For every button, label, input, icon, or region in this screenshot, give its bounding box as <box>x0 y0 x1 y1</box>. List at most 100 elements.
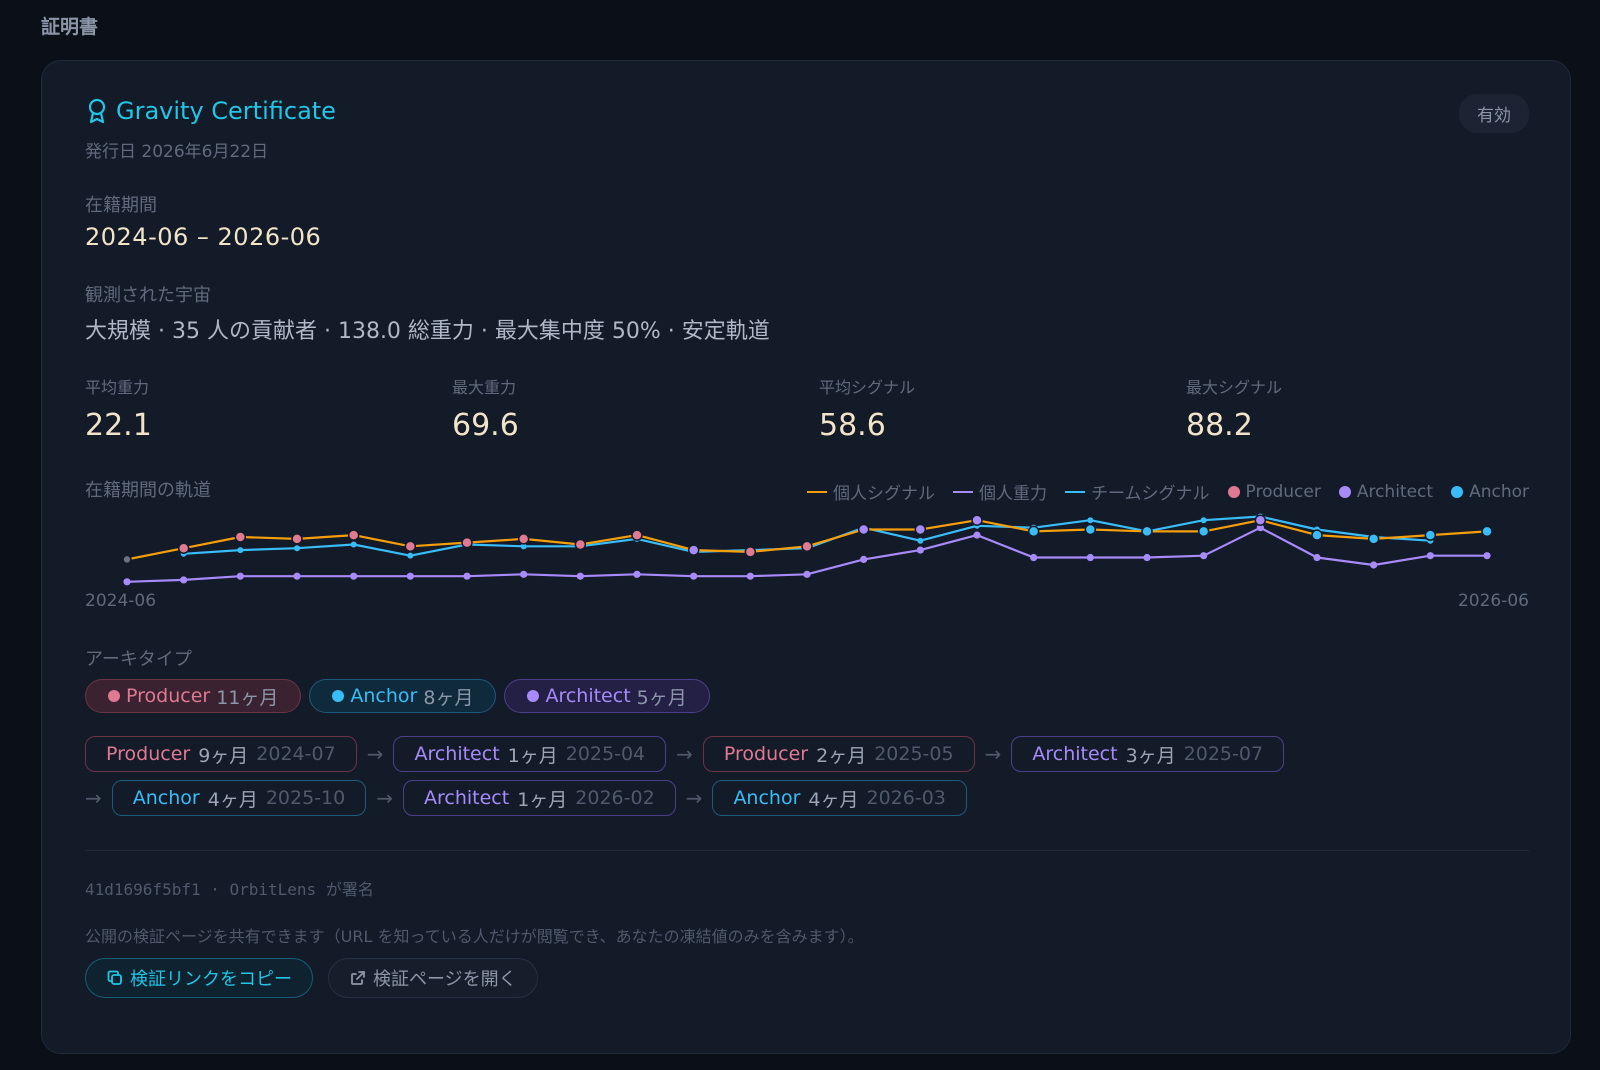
legend-architect: Architect <box>1338 482 1433 502</box>
arrow-right-icon: → <box>85 786 102 810</box>
archetype-marker-producer[interactable] <box>347 529 360 541</box>
legend-swatch <box>1338 485 1351 498</box>
legend-producer: Producer <box>1227 481 1321 502</box>
timeline-row: Producer 9ヶ月 2024-07 → Architect 1ヶ月 202… <box>85 736 1285 772</box>
series-point-2 <box>407 552 414 559</box>
archetype-marker-producer[interactable] <box>404 540 417 553</box>
archetype-label: アーキタイプ <box>85 649 192 670</box>
archetype-marker-anchor[interactable] <box>1311 529 1323 541</box>
archetype-marker-anchor[interactable] <box>1027 525 1040 538</box>
timeline-row: → Anchor 4ヶ月 2025-10 → Architect 1ヶ月 202… <box>85 780 1284 816</box>
legend-swatch <box>1227 485 1240 498</box>
architect-dot-icon <box>527 690 540 702</box>
timeline-start: 2024-07 <box>256 743 336 765</box>
archetype-marker-anchor[interactable] <box>1481 525 1493 538</box>
timeline-name: Architect <box>414 743 500 765</box>
external-link-icon <box>351 971 365 985</box>
series-point-1 <box>746 572 754 580</box>
archetype-marker-producer[interactable] <box>744 546 757 558</box>
archetype-marker-producer[interactable] <box>291 533 303 545</box>
timeline-duration: 1ヶ月 <box>507 744 558 767</box>
timeline-item-producer: Producer 9ヶ月 2024-07 <box>85 736 357 772</box>
series-point-2 <box>294 545 300 552</box>
series-point-1 <box>293 572 301 580</box>
archetype-marker-anchor[interactable] <box>1141 525 1153 538</box>
archetype-marker-anchor[interactable] <box>1367 533 1380 545</box>
series-point-2 <box>1200 517 1207 524</box>
arrow-right-icon: → <box>984 742 1002 766</box>
share-note: 公開の検証ページを共有できます（URL を知っている人だけが閲覧でき、あなたの凍… <box>85 927 864 946</box>
archetype-marker[interactable] <box>122 554 132 565</box>
timeline-item-architect: Architect 3ヶ月 2025-07 <box>1011 736 1285 772</box>
stat-max-signal: 最大シグナル 88.2 <box>1186 374 1282 443</box>
series-point-1 <box>1200 552 1208 560</box>
certificate-title: Gravity Certificate <box>116 97 336 125</box>
certificate-card: Gravity Certificate 発行日 2026年6月22日 有効 在籍… <box>41 60 1571 1054</box>
archetype-marker-architect[interactable] <box>687 544 700 556</box>
stat-value: 69.6 <box>452 408 519 443</box>
timeline-duration: 3ヶ月 <box>1125 744 1176 767</box>
series-point-2 <box>917 537 924 544</box>
archetype-marker-producer[interactable] <box>461 536 473 549</box>
series-point-1 <box>1313 553 1321 562</box>
series-point-1 <box>1483 552 1491 560</box>
timeline-start: 2025-05 <box>874 743 954 765</box>
series-point-1 <box>123 578 131 586</box>
open-button-label: 検証ページを開く <box>373 969 517 990</box>
chip-name: Anchor <box>350 685 418 707</box>
series-point-1 <box>860 555 868 563</box>
legend-swatch <box>1065 490 1085 493</box>
timeline-start: 2026-02 <box>575 787 655 809</box>
chip-name: Architect <box>545 685 631 707</box>
series-point-1 <box>576 572 584 580</box>
divider <box>85 850 1529 851</box>
archetype-marker-anchor[interactable] <box>1084 523 1097 536</box>
archetype-marker-producer[interactable] <box>177 542 190 554</box>
series-point-1 <box>1370 561 1378 569</box>
archetype-chips: Producer 11ヶ月 Anchor 8ヶ月 Architect 5ヶ月 <box>85 679 710 713</box>
archetype-marker-anchor[interactable] <box>1197 525 1210 538</box>
timeline-duration: 1ヶ月 <box>517 788 568 811</box>
series-point-1 <box>916 546 924 554</box>
series-point-1 <box>406 572 414 580</box>
timeline-name: Producer <box>723 743 809 765</box>
timeline-item-anchor: Anchor 4ヶ月 2025-10 <box>111 780 367 816</box>
trajectory-chart <box>122 513 1493 586</box>
legend-swatch <box>1451 485 1464 498</box>
award-icon <box>88 98 106 124</box>
series-point-1 <box>1143 553 1151 562</box>
series-point-1 <box>803 570 811 578</box>
stat-avg-gravity: 平均重力 22.1 <box>85 374 152 443</box>
archetype-marker-producer[interactable] <box>517 533 530 545</box>
signature-line: 41d1696f5bf1 · OrbitLens が署名 <box>85 880 374 899</box>
legend-anchor: Anchor <box>1451 482 1529 502</box>
archetype-timeline: Producer 9ヶ月 2024-07 → Architect 1ヶ月 202… <box>85 736 1285 816</box>
stat-label: 平均シグナル <box>819 378 916 397</box>
timeline-name: Producer <box>106 743 191 765</box>
chip-duration: 8ヶ月 <box>423 686 474 709</box>
stat-value: 22.1 <box>85 408 152 443</box>
stat-label: 平均重力 <box>85 378 150 397</box>
copy-verification-link-button[interactable]: 検証リンクをコピー <box>85 958 313 998</box>
series-point-1 <box>236 572 244 580</box>
stat-value: 58.6 <box>819 408 886 443</box>
section-title: 証明書 <box>41 16 99 38</box>
archetype-marker-producer[interactable] <box>234 531 247 543</box>
open-verification-page-button[interactable]: 検証ページを開く <box>328 958 538 998</box>
stat-value: 88.2 <box>1186 408 1253 443</box>
archetype-marker-architect[interactable] <box>914 523 927 536</box>
archetype-marker-architect[interactable] <box>857 523 870 536</box>
archetype-chip-architect: Architect 5ヶ月 <box>504 679 710 713</box>
archetype-marker-producer[interactable] <box>574 538 587 551</box>
legend-label: Producer <box>1245 481 1321 502</box>
archetype-marker-architect[interactable] <box>1254 514 1267 526</box>
timeline-name: Anchor <box>132 787 200 809</box>
archetype-marker-architect[interactable] <box>971 514 983 526</box>
timeline-item-architect: Architect 1ヶ月 2026-02 <box>402 780 676 816</box>
series-point-2 <box>1087 517 1094 524</box>
archetype-marker-producer[interactable] <box>801 540 813 553</box>
period-label: 在籍期間 <box>85 195 157 216</box>
archetype-marker-producer[interactable] <box>631 529 643 541</box>
series-point-1 <box>1030 553 1038 562</box>
archetype-marker-anchor[interactable] <box>1424 529 1437 541</box>
